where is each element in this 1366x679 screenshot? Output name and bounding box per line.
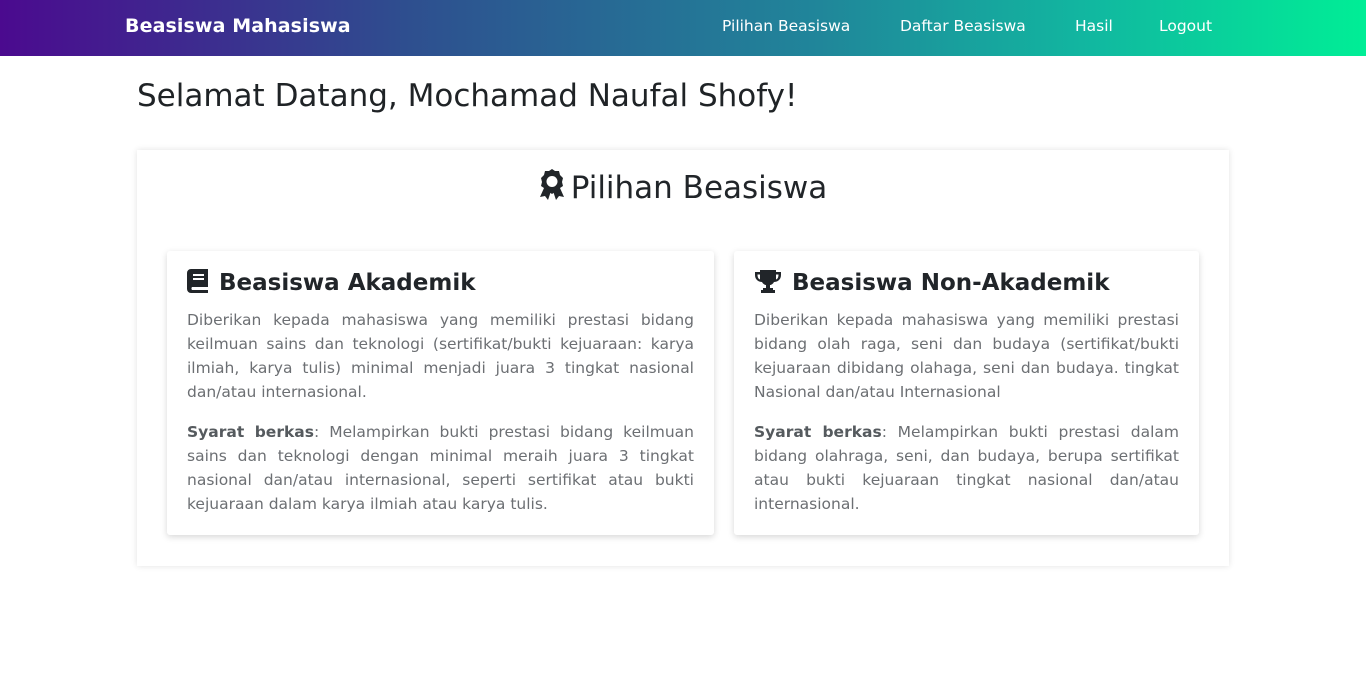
card-description: Diberikan kepada mahasiswa yang memiliki… bbox=[754, 311, 1179, 401]
card-requirements: Syarat berkas: Melampirkan bukti prestas… bbox=[187, 420, 694, 516]
card-header: Beasiswa Akademik bbox=[187, 269, 476, 297]
requirements-label: Syarat berkas bbox=[754, 423, 882, 441]
award-icon bbox=[539, 169, 565, 209]
scholarship-options-panel: Pilihan Beasiswa Beasiswa Akademik Diber… bbox=[137, 150, 1229, 566]
trophy-icon bbox=[754, 269, 782, 297]
card-header: Beasiswa Non-Akademik bbox=[754, 269, 1110, 297]
card-title: Beasiswa Non-Akademik bbox=[792, 270, 1110, 296]
scholarship-card-akademik: Beasiswa Akademik Diberikan kepada mahas… bbox=[167, 251, 714, 535]
navbar-brand[interactable]: Beasiswa Mahasiswa bbox=[125, 15, 351, 37]
card-description: Diberikan kepada mahasiswa yang memiliki… bbox=[187, 311, 694, 401]
nav-link-daftar-beasiswa[interactable]: Daftar Beasiswa bbox=[900, 17, 1026, 35]
section-title: Pilihan Beasiswa bbox=[137, 169, 1229, 209]
navbar: Beasiswa Mahasiswa Pilihan Beasiswa Daft… bbox=[0, 0, 1366, 56]
section-title-text: Pilihan Beasiswa bbox=[570, 170, 828, 206]
nav-link-logout[interactable]: Logout bbox=[1159, 17, 1212, 35]
welcome-heading: Selamat Datang, Mochamad Naufal Shofy! bbox=[137, 78, 798, 114]
nav-link-hasil[interactable]: Hasil bbox=[1075, 17, 1113, 35]
book-icon bbox=[187, 269, 209, 297]
card-requirements: Syarat berkas: Melampirkan bukti prestas… bbox=[754, 420, 1179, 516]
card-title: Beasiswa Akademik bbox=[219, 270, 476, 296]
requirements-label: Syarat berkas bbox=[187, 423, 314, 441]
scholarship-card-non-akademik: Beasiswa Non-Akademik Diberikan kepada m… bbox=[734, 251, 1199, 535]
nav-link-pilihan-beasiswa[interactable]: Pilihan Beasiswa bbox=[722, 17, 850, 35]
